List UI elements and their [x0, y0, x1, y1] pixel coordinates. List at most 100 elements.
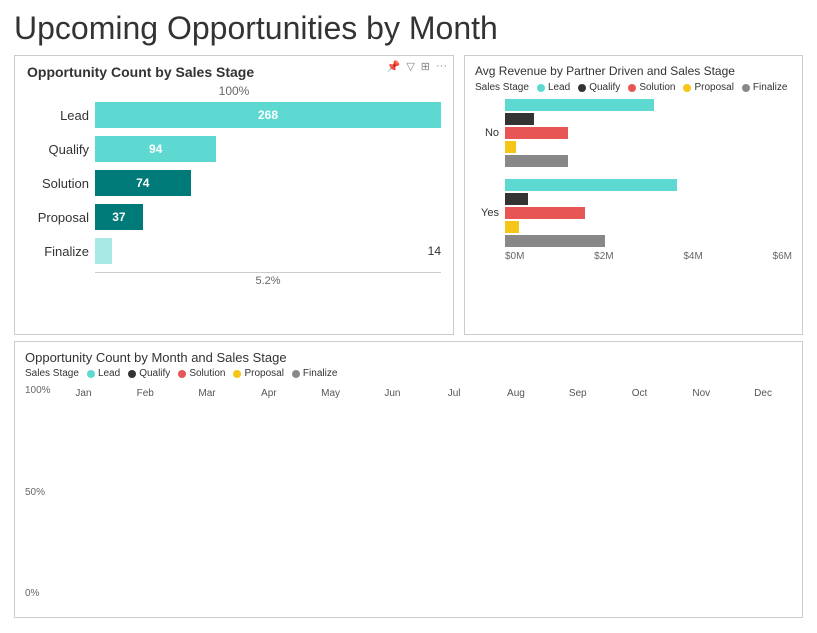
month-label: Sep	[569, 388, 587, 399]
y-label: 50%	[25, 487, 51, 498]
month-column: Jul	[425, 385, 483, 399]
month-column: Feb	[116, 385, 174, 399]
bottom-legend: Sales StageLeadQualifySolutionProposalFi…	[25, 368, 792, 379]
h-bar-segment	[505, 155, 568, 167]
h-bar-segment	[505, 207, 585, 219]
month-column: Sep	[549, 385, 607, 399]
bottom-percent: 5.2%	[95, 275, 441, 287]
h-axis-label: $6M	[773, 251, 792, 262]
bottom-legend-item: Proposal	[233, 368, 283, 379]
bar-fill	[95, 238, 112, 264]
bar-fill: 268	[95, 102, 441, 128]
month-column: Apr	[240, 385, 298, 399]
month-label: May	[321, 388, 340, 399]
h-bar-segment	[505, 127, 568, 139]
month-column: Mar	[178, 385, 236, 399]
bar-fill: 74	[95, 170, 191, 196]
bottom-legend-item: Lead	[87, 368, 120, 379]
bar-label: Finalize	[27, 244, 89, 259]
month-label: Dec	[754, 388, 772, 399]
legend-label: Sales Stage	[475, 82, 529, 93]
legend-item: Lead	[537, 82, 570, 93]
left-panel: 📌 ▽ ⊞ ··· Opportunity Count by Sales Sta…	[14, 55, 454, 335]
month-column: Aug	[487, 385, 545, 399]
h-row: No	[475, 99, 792, 167]
month-label: Jul	[448, 388, 461, 399]
month-column: Dec	[734, 385, 792, 399]
bar-value-outside: 14	[428, 244, 441, 258]
legend-item: Finalize	[742, 82, 787, 93]
h-row-label: Yes	[475, 207, 499, 219]
right-panel-title: Avg Revenue by Partner Driven and Sales …	[475, 64, 792, 78]
month-label: Mar	[198, 388, 215, 399]
bar-row: Finalize 14	[27, 238, 441, 264]
h-row-label: No	[475, 127, 499, 139]
dashboard: 📌 ▽ ⊞ ··· Opportunity Count by Sales Sta…	[14, 55, 803, 618]
top-row: 📌 ▽ ⊞ ··· Opportunity Count by Sales Sta…	[14, 55, 803, 335]
h-bar-segment	[505, 193, 528, 205]
month-column: May	[302, 385, 360, 399]
h-bars	[505, 179, 792, 247]
bar-label: Solution	[27, 176, 89, 191]
stacked-bars: Jan Feb Mar Apr May Jun Jul Aug Sep Oct Nov Dec	[55, 385, 792, 401]
bar-container: 37	[95, 204, 441, 230]
legend-item: Solution	[628, 82, 675, 93]
bar-fill: 94	[95, 136, 216, 162]
bar-row: Solution 74	[27, 170, 441, 196]
bottom-panel: Opportunity Count by Month and Sales Sta…	[14, 341, 803, 618]
right-legend: Sales StageLeadQualifySolutionProposalFi…	[475, 82, 792, 93]
axis-line	[95, 272, 441, 273]
h-row: Yes	[475, 179, 792, 247]
month-label: Feb	[137, 388, 154, 399]
h-bar-segment	[505, 99, 654, 111]
h-bar-segment	[505, 179, 677, 191]
month-column: Oct	[611, 385, 669, 399]
legend-item: Qualify	[578, 82, 620, 93]
stacked-chart-area: Jan Feb Mar Apr May Jun Jul Aug Sep Oct Nov Dec	[55, 385, 792, 599]
right-panel: Avg Revenue by Partner Driven and Sales …	[464, 55, 803, 335]
y-label: 100%	[25, 385, 51, 396]
bar-row: Qualify 94	[27, 136, 441, 162]
expand-icon[interactable]: ⊞	[421, 60, 430, 73]
month-label: Jan	[75, 388, 91, 399]
bottom-panel-title: Opportunity Count by Month and Sales Sta…	[25, 350, 792, 365]
h-bar-segment	[505, 235, 605, 247]
bar-label: Lead	[27, 108, 89, 123]
month-label: Aug	[507, 388, 525, 399]
panel-toolbar: 📌 ▽ ⊞ ···	[387, 60, 447, 73]
month-label: Oct	[632, 388, 648, 399]
h-bar-segment	[505, 141, 516, 153]
h-bar-chart: No Yes	[475, 99, 792, 247]
month-label: Nov	[692, 388, 710, 399]
bar-fill: 37	[95, 204, 143, 230]
left-panel-title: Opportunity Count by Sales Stage	[27, 64, 441, 80]
bottom-legend-label: Sales Stage	[25, 368, 79, 379]
h-axis: $0M$2M$4M$6M	[505, 251, 792, 262]
month-column: Nov	[672, 385, 730, 399]
filter-icon[interactable]: ▽	[406, 60, 414, 73]
bar-container	[95, 238, 418, 264]
bar-chart: Lead 268 Qualify 94 Solution 74 Proposal 37 Fina…	[27, 102, 441, 264]
month-column: Jun	[363, 385, 421, 399]
more-icon[interactable]: ···	[436, 60, 447, 73]
h-bar-segment	[505, 113, 534, 125]
h-axis-label: $2M	[594, 251, 613, 262]
h-axis-label: $4M	[683, 251, 702, 262]
month-label: Apr	[261, 388, 277, 399]
bar-label: Qualify	[27, 142, 89, 157]
h-bar-segment	[505, 221, 519, 233]
bar-label: Proposal	[27, 210, 89, 225]
month-column: Jan	[55, 385, 113, 399]
pin-icon[interactable]: 📌	[387, 60, 401, 73]
bar-container: 74	[95, 170, 441, 196]
y-labels: 100% 50% 0%	[25, 385, 55, 599]
bar-row: Proposal 37	[27, 204, 441, 230]
h-bars	[505, 99, 792, 167]
month-label: Jun	[384, 388, 400, 399]
page-title: Upcoming Opportunities by Month	[14, 10, 803, 47]
bottom-legend-item: Qualify	[128, 368, 170, 379]
bar-container: 268	[95, 102, 441, 128]
top-percent: 100%	[27, 84, 441, 98]
y-label: 0%	[25, 588, 51, 599]
bottom-legend-item: Solution	[178, 368, 225, 379]
